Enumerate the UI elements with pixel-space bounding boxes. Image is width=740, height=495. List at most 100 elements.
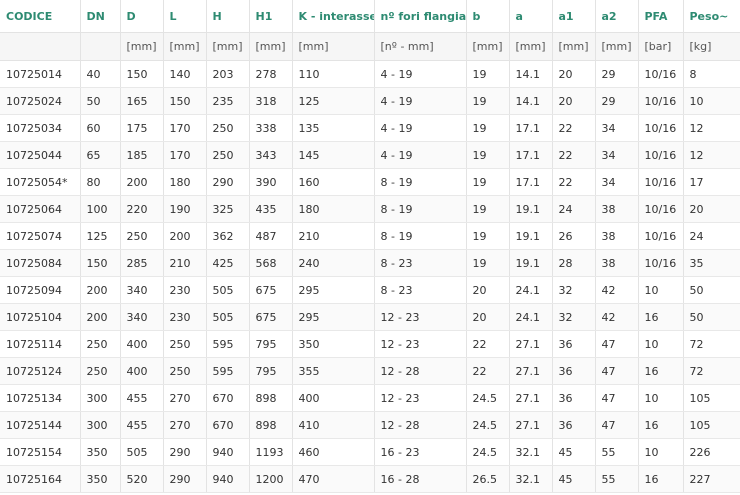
table-cell: 175 <box>120 114 164 142</box>
table-cell: 55 <box>595 438 639 466</box>
product-code-cell: 10725114 <box>0 330 81 358</box>
table-cell: 300 <box>80 411 121 439</box>
table-cell: 27.1 <box>509 384 553 412</box>
table-cell: 32.1 <box>509 465 553 493</box>
table-cell: 19 <box>466 195 510 223</box>
table-cell: 20 <box>552 87 596 115</box>
table-cell: 72 <box>683 330 740 358</box>
table-cell: 40 <box>80 60 121 88</box>
table-cell: 16 - 28 <box>374 465 467 493</box>
table-cell: 400 <box>120 357 164 385</box>
table-cell: 29 <box>595 60 639 88</box>
table-cell: 10/16 <box>638 249 684 277</box>
table-cell: 595 <box>206 330 250 358</box>
product-code-cell: 10725014 <box>0 60 81 88</box>
table-cell: 100 <box>80 195 121 223</box>
table-cell: 145 <box>292 141 375 169</box>
table-cell: 150 <box>163 87 207 115</box>
table-cell: 22 <box>552 141 596 169</box>
table-cell: 20 <box>683 195 740 223</box>
table-cell: 8 - 19 <box>374 168 467 196</box>
product-code-cell: 10725034 <box>0 114 81 142</box>
table-cell: 17.1 <box>509 141 553 169</box>
table-cell: 795 <box>249 330 293 358</box>
table-row: 10725094 200 340 230 505 675 295 8 - 23 20 24.1 32… <box>0 276 740 304</box>
table-cell: 200 <box>120 168 164 196</box>
table-cell: 290 <box>163 438 207 466</box>
table-cell: 24.5 <box>466 384 510 412</box>
table-cell: 19 <box>466 168 510 196</box>
table-cell: 505 <box>206 303 250 331</box>
table-cell: 250 <box>120 222 164 250</box>
product-code-cell: 10725144 <box>0 411 81 439</box>
table-cell: 200 <box>80 276 121 304</box>
table-cell: 470 <box>292 465 375 493</box>
table-cell: 940 <box>206 465 250 493</box>
table-cell: 10/16 <box>638 222 684 250</box>
table-cell: 27.1 <box>509 330 553 358</box>
product-code-cell: 10725024 <box>0 87 81 115</box>
table-cell: 34 <box>595 141 639 169</box>
table-cell: 24.1 <box>509 303 553 331</box>
column-header: a2 <box>595 0 639 33</box>
table-cell: 362 <box>206 222 250 250</box>
table-cell: 505 <box>120 438 164 466</box>
table-cell: 180 <box>163 168 207 196</box>
table-cell: 10 <box>638 438 684 466</box>
column-header: L <box>163 0 207 33</box>
table-cell: 270 <box>163 411 207 439</box>
table-cell: 10/16 <box>638 141 684 169</box>
table-cell: 32 <box>552 276 596 304</box>
table-row: 10725024 50 165 150 235 318 125 4 - 19 19 14.1 20 2… <box>0 87 740 115</box>
table-cell: 165 <box>120 87 164 115</box>
table-cell: 675 <box>249 276 293 304</box>
table-cell: 34 <box>595 168 639 196</box>
table-cell: 505 <box>206 276 250 304</box>
table-cell: 4 - 19 <box>374 87 467 115</box>
table-cell: 19.1 <box>509 249 553 277</box>
table-cell: 210 <box>163 249 207 277</box>
table-cell: 10 <box>683 87 740 115</box>
unit-cell: [mm] <box>509 32 553 61</box>
table-cell: 8 - 19 <box>374 222 467 250</box>
table-cell: 16 <box>638 303 684 331</box>
table-cell: 455 <box>120 411 164 439</box>
column-header: b <box>466 0 510 33</box>
column-header: H1 <box>249 0 293 33</box>
table-cell: 940 <box>206 438 250 466</box>
table-cell: 250 <box>206 114 250 142</box>
product-code-cell: 10725104 <box>0 303 81 331</box>
table-cell: 180 <box>292 195 375 223</box>
table-row: 10725054* 80 200 180 290 390 160 8 - 19 19 17.1 22… <box>0 168 740 196</box>
table-cell: 210 <box>292 222 375 250</box>
table-row: 10725144 300 455 270 670 898 410 12 - 28 24.5 27.… <box>0 411 740 439</box>
unit-cell: [mm] <box>552 32 596 61</box>
product-code-cell: 10725054* <box>0 168 81 196</box>
product-code-cell: 10725134 <box>0 384 81 412</box>
unit-cell: [bar] <box>638 32 684 61</box>
unit-cell: [nº - mm] <box>374 32 467 61</box>
table-cell: 10/16 <box>638 87 684 115</box>
table-cell: 460 <box>292 438 375 466</box>
table-cell: 240 <box>292 249 375 277</box>
table-cell: 220 <box>120 195 164 223</box>
table-cell: 110 <box>292 60 375 88</box>
table-cell: 235 <box>206 87 250 115</box>
table-row: 10725164 350 520 290 940 1200 470 16 - 28 26.5 32… <box>0 465 740 493</box>
table-cell: 203 <box>206 60 250 88</box>
table-cell: 12 - 23 <box>374 330 467 358</box>
table-row: 10725084 150 285 210 425 568 240 8 - 23 19 19.1 28… <box>0 249 740 277</box>
table-cell: 24.5 <box>466 411 510 439</box>
column-header: PFA <box>638 0 684 33</box>
unit-cell <box>0 32 81 61</box>
table-cell: 19 <box>466 249 510 277</box>
table-cell: 898 <box>249 384 293 412</box>
table-cell: 12 - 28 <box>374 411 467 439</box>
table-cell: 17.1 <box>509 168 553 196</box>
column-header: CODICE <box>0 0 81 33</box>
table-cell: 520 <box>120 465 164 493</box>
table-cell: 400 <box>120 330 164 358</box>
table-cell: 36 <box>552 330 596 358</box>
table-cell: 45 <box>552 465 596 493</box>
table-cell: 105 <box>683 411 740 439</box>
